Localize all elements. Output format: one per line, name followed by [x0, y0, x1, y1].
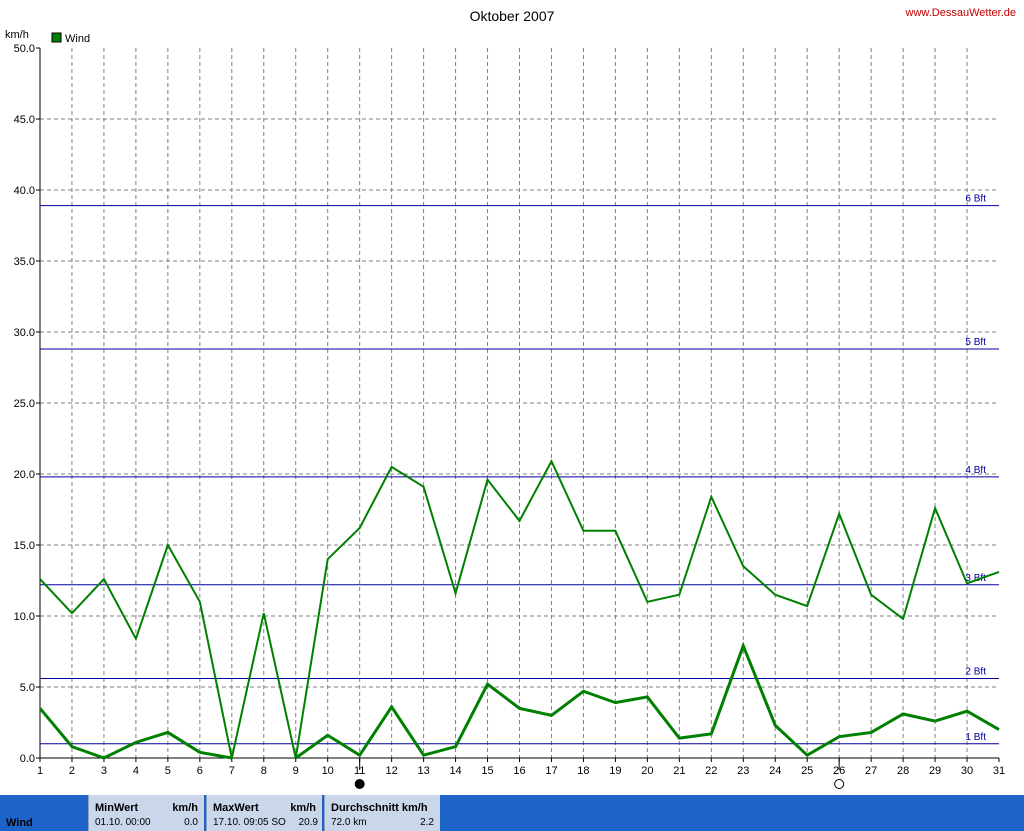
max-value: 20.9 — [298, 817, 318, 828]
x-tick-label: 22 — [705, 765, 717, 777]
y-tick-label: 50.0 — [14, 43, 35, 55]
y-tick-label: 30.0 — [14, 327, 35, 339]
x-tick-label: 6 — [197, 765, 203, 777]
x-tick-label: 12 — [386, 765, 398, 777]
stats-row-label: Wind — [6, 817, 33, 829]
y-tick-label: 0.0 — [20, 753, 35, 765]
x-tick-label: 23 — [737, 765, 749, 777]
full-moon-icon — [834, 779, 845, 789]
x-tick-label: 7 — [229, 765, 235, 777]
x-tick-label: 10 — [322, 765, 334, 777]
avg-value: 2.2 — [420, 817, 434, 828]
x-tick-label: 4 — [133, 765, 139, 777]
x-tick-label: 13 — [417, 765, 429, 777]
x-tick-label: 17 — [545, 765, 557, 777]
min-value-box: MinWert km/h 01.10. 00:00 0.0 — [88, 795, 204, 831]
y-tick-label: 25.0 — [14, 398, 35, 410]
x-tick-label: 30 — [961, 765, 973, 777]
x-tick-label: 24 — [769, 765, 781, 777]
y-tick-label: 20.0 — [14, 469, 35, 481]
x-tick-label: 28 — [897, 765, 909, 777]
x-tick-label: 19 — [609, 765, 621, 777]
y-tick-label: 35.0 — [14, 256, 35, 268]
avg-distance: 72.0 km — [331, 817, 367, 828]
chart-title: Oktober 2007 — [470, 8, 555, 24]
x-tick-label: 8 — [261, 765, 267, 777]
max-value-box: MaxWert km/h 17.10. 09:05 SO 20.9 — [206, 795, 322, 831]
statistics-bar: Wind MinWert km/h 01.10. 00:00 0.0 MaxWe… — [0, 795, 1024, 831]
x-tick-label: 5 — [165, 765, 171, 777]
x-tick-label: 9 — [293, 765, 299, 777]
beaufort-label: 5 Bft — [965, 337, 986, 348]
y-tick-label: 40.0 — [14, 185, 35, 197]
x-tick-label: 31 — [993, 765, 1005, 777]
max-unit: km/h — [290, 802, 316, 814]
legend-swatch — [51, 32, 62, 43]
x-tick-label: 18 — [577, 765, 589, 777]
min-time: 01.10. 00:00 — [95, 817, 151, 828]
avg-header: Durchschnitt km/h — [331, 802, 428, 814]
x-tick-label: 16 — [513, 765, 525, 777]
legend-label: Wind — [65, 33, 90, 45]
x-tick-label: 29 — [929, 765, 941, 777]
y-tick-label: 10.0 — [14, 611, 35, 623]
x-tick-label: 27 — [865, 765, 877, 777]
y-tick-label: 5.0 — [20, 682, 35, 694]
wind-chart: 1 Bft2 Bft3 Bft4 Bft5 Bft6 Bft0.05.010.0… — [5, 7, 1016, 789]
x-tick-label: 25 — [801, 765, 813, 777]
y-axis-unit: km/h — [5, 29, 29, 41]
x-tick-label: 21 — [673, 765, 685, 777]
y-tick-label: 15.0 — [14, 540, 35, 552]
x-tick-label: 2 — [69, 765, 75, 777]
min-unit: km/h — [172, 802, 198, 814]
x-tick-label: 3 — [101, 765, 107, 777]
x-tick-label: 20 — [641, 765, 653, 777]
max-header: MaxWert — [213, 802, 259, 814]
min-header: MinWert — [95, 802, 139, 814]
x-tick-label: 15 — [481, 765, 493, 777]
source-credit: www.DessauWetter.de — [905, 7, 1016, 19]
beaufort-label: 6 Bft — [965, 194, 986, 205]
beaufort-label: 1 Bft — [965, 732, 986, 743]
x-tick-label: 14 — [449, 765, 461, 777]
max-time: 17.10. 09:05 SO — [213, 817, 286, 828]
beaufort-label: 2 Bft — [965, 666, 986, 677]
y-tick-label: 45.0 — [14, 114, 35, 126]
min-value: 0.0 — [184, 817, 198, 828]
new-moon-icon — [354, 779, 365, 789]
avg-value-box: Durchschnitt km/h 72.0 km 2.2 — [324, 795, 440, 831]
x-tick-label: 1 — [37, 765, 43, 777]
beaufort-label: 4 Bft — [965, 465, 986, 476]
